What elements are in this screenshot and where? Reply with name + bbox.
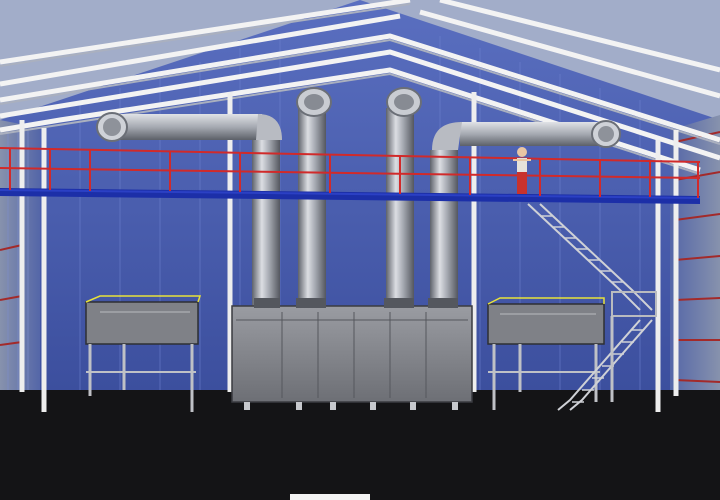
hall-scene <box>0 0 720 500</box>
furnace-unit <box>231 298 473 410</box>
render-viewport <box>0 0 720 500</box>
floor <box>0 390 720 500</box>
